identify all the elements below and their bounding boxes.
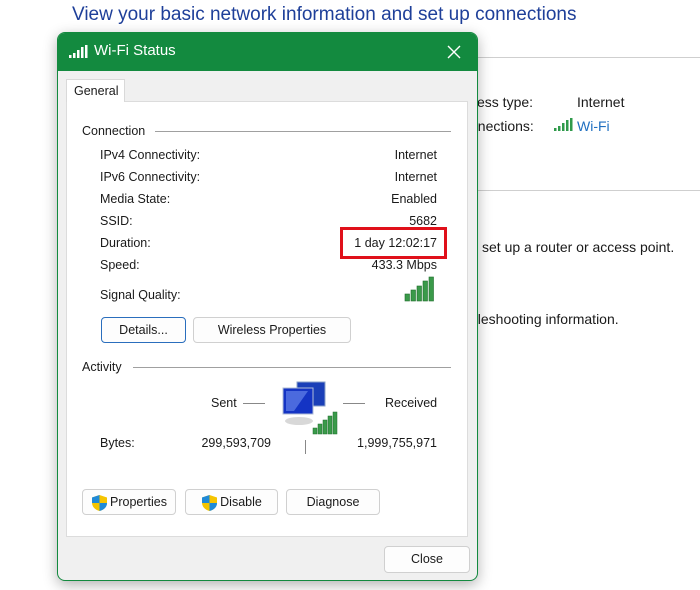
ipv4-value: Internet — [394, 148, 437, 162]
router-setup-text: set up a router or access point. — [482, 239, 675, 255]
access-type-label: cess type: — [470, 94, 534, 110]
properties-label: Properties — [110, 495, 167, 509]
speed-label: Speed: — [100, 258, 140, 272]
dialog-title: Wi-Fi Status — [94, 42, 176, 59]
sent-label: Sent — [211, 396, 237, 410]
connection-heading: Connection — [82, 124, 146, 138]
ipv6-label: IPv6 Connectivity: — [100, 170, 201, 184]
network-computers-icon — [282, 381, 338, 435]
title-bar: Wi-Fi Status — [58, 33, 477, 71]
page-title: View your basic network information and … — [72, 4, 577, 25]
speed-value: 433.3 Mbps — [371, 258, 437, 272]
access-type-value: Internet — [577, 94, 625, 110]
divider — [155, 131, 451, 132]
signal-quality-icon — [404, 276, 434, 302]
general-panel: Connection IPv4 Connectivity: Internet I… — [66, 101, 468, 537]
ipv6-value: Internet — [394, 170, 437, 184]
uac-shield-icon — [92, 494, 107, 511]
bytes-sent-value: 299,593,709 — [201, 436, 271, 450]
disable-button[interactable]: Disable — [185, 489, 278, 515]
disable-label: Disable — [220, 495, 262, 509]
divider — [470, 57, 700, 58]
close-icon[interactable] — [441, 39, 467, 65]
troubleshoot-text: bleshooting information. — [470, 311, 619, 327]
connections-label: nnections: — [470, 118, 534, 134]
signal-quality-label: Signal Quality: — [100, 288, 181, 302]
diagnose-button[interactable]: Diagnose — [286, 489, 380, 515]
highlight-box — [340, 227, 447, 259]
received-label: Received — [385, 396, 438, 410]
ssid-label: SSID: — [100, 214, 133, 228]
ipv4-label: IPv4 Connectivity: — [100, 148, 201, 162]
activity-heading: Activity — [82, 360, 122, 374]
divider — [470, 190, 700, 191]
wifi-connection-link[interactable]: Wi-Fi — [577, 118, 610, 134]
divider — [243, 403, 265, 404]
bytes-label: Bytes: — [100, 436, 135, 450]
divider — [305, 440, 306, 454]
duration-label: Duration: — [100, 236, 151, 250]
divider — [343, 403, 365, 404]
tab-general[interactable]: General — [66, 79, 125, 102]
details-button[interactable]: Details... — [101, 317, 186, 343]
close-button[interactable]: Close — [384, 546, 470, 573]
ssid-value: 5682 — [409, 214, 437, 228]
bytes-received-value: 1,999,755,971 — [357, 436, 437, 450]
properties-button[interactable]: Properties — [82, 489, 176, 515]
wireless-properties-button[interactable]: Wireless Properties — [193, 317, 351, 343]
wifi-status-dialog: Wi-Fi Status General Connection IPv4 Con… — [57, 32, 478, 581]
wifi-signal-icon — [554, 118, 573, 131]
uac-shield-icon — [202, 494, 218, 511]
media-state-value: Enabled — [391, 192, 437, 206]
media-state-label: Media State: — [100, 192, 171, 206]
divider — [133, 367, 451, 368]
wifi-signal-icon — [69, 45, 88, 58]
